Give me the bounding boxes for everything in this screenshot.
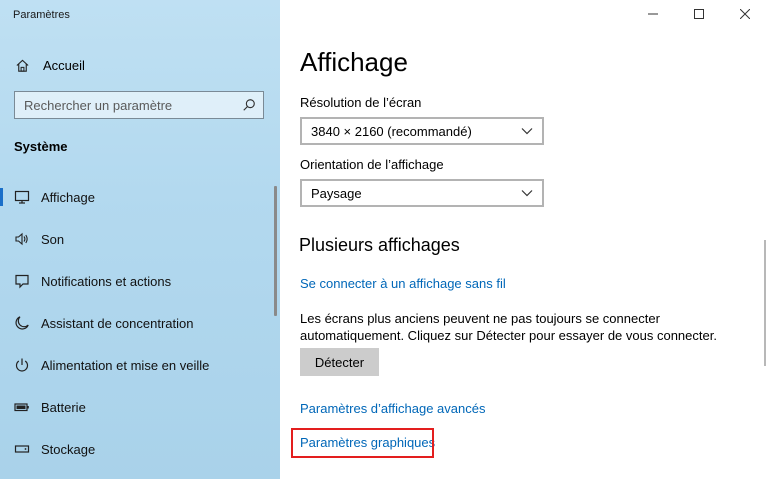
resolution-label: Résolution de l’écran [300, 95, 422, 110]
sidebar-item-concentration[interactable]: Assistant de concentration [0, 302, 276, 344]
power-icon [14, 357, 30, 373]
orientation-dropdown[interactable]: Paysage [300, 179, 544, 207]
advanced-display-link[interactable]: Paramètres d’affichage avancés [300, 401, 485, 416]
home-icon [14, 57, 30, 73]
close-icon [739, 6, 751, 24]
resolution-dropdown[interactable]: 3840 × 2160 (recommandé) [300, 117, 544, 145]
monitor-icon [14, 189, 30, 205]
nav-list: Affichage Son Notifications et actions A… [0, 176, 276, 470]
sidebar-item-stockage[interactable]: Stockage [0, 428, 276, 470]
search-input[interactable] [24, 97, 235, 113]
orientation-value: Paysage [311, 185, 362, 201]
sidebar-item-label: Batterie [41, 399, 86, 415]
page-title: Affichage [300, 47, 408, 77]
search-icon[interactable] [235, 92, 263, 118]
home-button[interactable]: Accueil [14, 53, 85, 77]
sidebar-item-label: Alimentation et mise en veille [41, 357, 210, 373]
moon-icon [14, 315, 30, 331]
minimize-icon [648, 6, 658, 24]
speaker-icon [14, 231, 30, 247]
section-title: Système [14, 139, 68, 154]
sidebar-item-label: Affichage [41, 189, 95, 205]
sidebar-item-notifications[interactable]: Notifications et actions [0, 260, 276, 302]
sidebar-item-son[interactable]: Son [0, 218, 276, 260]
app-title: Paramètres [13, 9, 70, 21]
wireless-display-link[interactable]: Se connecter à un affichage sans fil [300, 276, 506, 291]
chevron-down-icon [512, 127, 542, 135]
detect-description: Les écrans plus anciens peuvent ne pas t… [300, 311, 717, 343]
chevron-down-icon [512, 189, 542, 197]
sidebar-scrollbar[interactable] [274, 186, 277, 316]
window-controls [630, 0, 768, 30]
maximize-icon [694, 6, 704, 24]
minimize-button[interactable] [630, 0, 676, 30]
main-scrollbar[interactable] [764, 240, 766, 366]
detect-button[interactable]: Détecter [300, 348, 379, 376]
highlight-box [291, 428, 434, 458]
sidebar-item-batterie[interactable]: Batterie [0, 386, 276, 428]
battery-icon [14, 399, 30, 415]
sidebar-item-label: Assistant de concentration [41, 315, 194, 331]
sidebar-item-label: Notifications et actions [41, 273, 172, 289]
close-button[interactable] [722, 0, 768, 30]
maximize-button[interactable] [676, 0, 722, 30]
orientation-label: Orientation de l’affichage [300, 157, 444, 172]
resolution-value: 3840 × 2160 (recommandé) [311, 123, 472, 139]
sidebar-item-alimentation[interactable]: Alimentation et mise en veille [0, 344, 276, 386]
sidebar-item-affichage[interactable]: Affichage [0, 176, 276, 218]
home-label: Accueil [43, 57, 85, 73]
multi-display-heading: Plusieurs affichages [299, 235, 460, 255]
sidebar-item-label: Stockage [41, 441, 96, 457]
sidebar: Paramètres Accueil Système Affichage Son [0, 0, 280, 479]
sidebar-item-label: Son [41, 231, 65, 247]
notification-icon [14, 273, 30, 289]
search-box[interactable] [14, 91, 264, 119]
storage-icon [14, 441, 30, 457]
